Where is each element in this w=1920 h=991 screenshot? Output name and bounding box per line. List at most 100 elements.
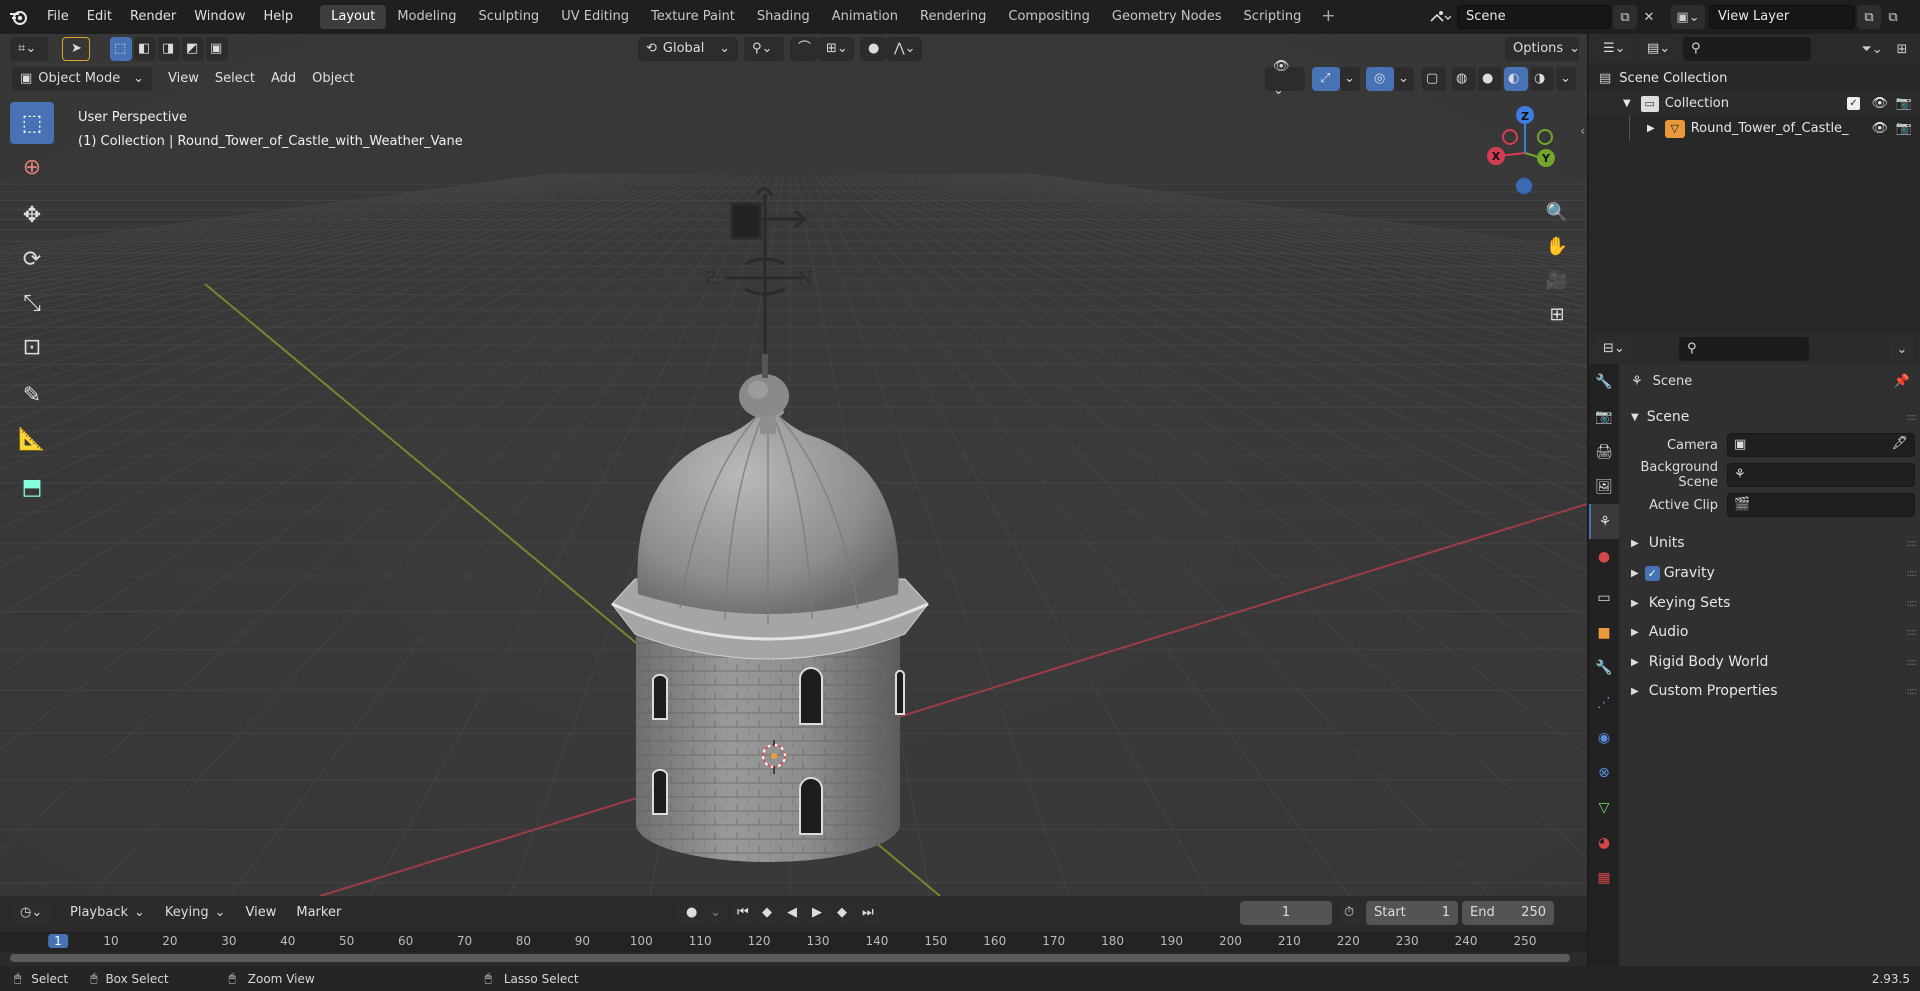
properties-options-dropdown[interactable]: ⌄ <box>1890 337 1914 361</box>
active-clip-field[interactable]: 🎬 <box>1727 493 1915 517</box>
scene-icon[interactable] <box>1423 5 1457 29</box>
jump-start-icon[interactable]: ⏮ <box>732 901 756 925</box>
gizmo-dropdown[interactable]: ⌄ <box>1340 67 1360 91</box>
viewport-menu-view[interactable]: View <box>160 67 207 91</box>
toggle-perspective-icon[interactable]: ⊞ <box>1541 298 1573 330</box>
collection-tab-icon[interactable]: ▭ <box>1589 580 1619 615</box>
gizmo-toggle[interactable]: ⤢ <box>1312 67 1340 91</box>
add-cube-tool-icon[interactable]: ⬒ <box>10 466 54 508</box>
end-frame-field[interactable]: End 250 <box>1462 901 1554 925</box>
tab-shading[interactable]: Shading <box>746 5 821 29</box>
outliner-editor-type-button[interactable]: ☰⌄ <box>1595 37 1633 61</box>
background-scene-field[interactable]: ⚘ <box>1727 463 1915 487</box>
physics-tab-icon[interactable]: ◉ <box>1589 720 1619 755</box>
timeline-menu-view[interactable]: View <box>238 901 285 925</box>
add-workspace-button[interactable]: + <box>1316 5 1340 29</box>
rotate-tool-icon[interactable]: ⟳ <box>10 238 54 280</box>
tab-sculpting[interactable]: Sculpting <box>467 5 550 29</box>
output-tab-icon[interactable]: 🖨 <box>1589 434 1619 469</box>
exclude-checkbox[interactable]: ✓ <box>1847 97 1860 110</box>
overlays-dropdown[interactable]: ⌄ <box>1394 67 1414 91</box>
shading-options-dropdown[interactable]: ⌄ <box>1556 67 1576 91</box>
3d-viewport[interactable]: S N Z X Y ⌗⌄ ➤ ⬚ ◧ ◨ ◩ ▣ ⟲ Global ⌄ ⚲⌄ ⌒… <box>0 34 1587 896</box>
outliner-row-object[interactable]: ▶ ▽ Round_Tower_of_Castle_ 👁 📷 <box>1589 116 1920 141</box>
outliner-row-collection[interactable]: ▼ ▭ Collection ✓ 👁 📷 <box>1589 91 1920 116</box>
pan-view-icon[interactable]: ✋ <box>1541 230 1573 262</box>
tab-uv-editing[interactable]: UV Editing <box>550 5 640 29</box>
drag-handle-icon[interactable]: :::: <box>1907 598 1918 609</box>
menu-edit[interactable]: Edit <box>78 0 121 34</box>
measure-tool-icon[interactable]: 📐 <box>10 418 54 460</box>
timeline-ruler[interactable]: 1 10 20 30 40 50 60 70 80 90 100 110 120 130 140 150 160… <box>0 932 1587 952</box>
units-panel[interactable]: ▶ Units :::: <box>1621 530 1920 556</box>
expand-arrow-icon[interactable]: ▼ <box>1623 98 1631 109</box>
view-layer-name-field[interactable]: View Layer <box>1709 5 1855 29</box>
mode-difference-icon[interactable]: ◩ <box>182 37 204 61</box>
proportional-edit-toggle[interactable]: ● <box>860 37 886 61</box>
render-camera-icon[interactable]: 📷 <box>1896 121 1912 136</box>
viewport-menu-select[interactable]: Select <box>207 67 263 91</box>
overlays-toggle[interactable]: ◎ <box>1366 67 1394 91</box>
select-box-tool-icon[interactable]: ⬚ <box>10 102 54 144</box>
visibility-dropdown[interactable]: 👁⌄ <box>1265 59 1305 98</box>
copy-scene-icon[interactable]: ⧉ <box>1613 5 1637 29</box>
camera-view-icon[interactable]: 🎥 <box>1541 264 1573 296</box>
xray-toggle[interactable]: ▢ <box>1422 67 1446 91</box>
tab-modeling[interactable]: Modeling <box>386 5 467 29</box>
current-frame-field[interactable]: 1 <box>1240 901 1332 925</box>
prev-keyframe-icon[interactable]: ◆ <box>757 901 781 925</box>
solid-shading-icon[interactable]: ● <box>1478 67 1502 91</box>
editor-type-button[interactable]: ⌗⌄ <box>10 37 48 61</box>
tab-texture-paint[interactable]: Texture Paint <box>640 5 746 29</box>
mode-set-icon[interactable]: ⬚ <box>110 37 132 61</box>
texture-tab-icon[interactable]: ▦ <box>1589 860 1619 895</box>
auto-keying-toggle[interactable]: ● <box>678 901 706 925</box>
remove-view-layer-icon[interactable]: ⧉ <box>1881 5 1905 29</box>
tool-tab-icon[interactable]: 🔧 <box>1589 364 1619 399</box>
menu-file[interactable]: File <box>38 0 78 34</box>
move-tool-icon[interactable]: ✥ <box>10 194 54 236</box>
play-reverse-icon[interactable]: ◀ <box>782 901 806 925</box>
data-tab-icon[interactable]: ▽ <box>1589 790 1619 825</box>
annotate-tool-icon[interactable]: ✎ <box>10 374 54 416</box>
visibility-eye-icon[interactable]: 👁 <box>1871 96 1888 111</box>
drag-handle-icon[interactable]: :::: <box>1907 686 1918 697</box>
blender-logo-icon[interactable] <box>0 0 38 34</box>
tab-compositing[interactable]: Compositing <box>997 5 1101 29</box>
keying-sets-panel[interactable]: ▶ Keying Sets :::: <box>1621 590 1920 616</box>
options-dropdown[interactable]: Options ⌄ <box>1505 37 1580 61</box>
keying-set-dropdown[interactable]: ⌄ <box>706 901 726 925</box>
timeline-scrollbar[interactable] <box>10 954 1570 962</box>
custom-properties-panel[interactable]: ▶ Custom Properties :::: <box>1621 678 1920 704</box>
snap-target-dropdown[interactable]: ⊞⌄ <box>818 37 854 61</box>
scene-name-field[interactable]: Scene <box>1457 5 1611 29</box>
tab-animation[interactable]: Animation <box>821 5 909 29</box>
outliner-search-input[interactable]: ⚲ <box>1683 37 1811 61</box>
rigid-body-world-panel[interactable]: ▶ Rigid Body World :::: <box>1621 649 1920 675</box>
render-camera-icon[interactable]: 📷 <box>1896 96 1912 111</box>
gravity-checkbox[interactable]: ✓ <box>1644 565 1660 581</box>
outliner-row-scene-collection[interactable]: ▤ Scene Collection <box>1589 66 1920 91</box>
world-tab-icon[interactable]: ● <box>1589 539 1619 574</box>
visibility-eye-icon[interactable]: 👁 <box>1871 121 1888 136</box>
tab-rendering[interactable]: Rendering <box>909 5 997 29</box>
tab-geometry-nodes[interactable]: Geometry Nodes <box>1101 5 1233 29</box>
tab-layout[interactable]: Layout <box>320 5 387 29</box>
viewport-menu-add[interactable]: Add <box>263 67 304 91</box>
particles-tab-icon[interactable]: ⋰ <box>1589 685 1619 720</box>
scene-panel-header[interactable]: ▼ Scene :::: <box>1621 404 1920 430</box>
menu-render[interactable]: Render <box>121 0 185 34</box>
modifier-tab-icon[interactable]: 🔧 <box>1589 650 1619 685</box>
display-mode-dropdown[interactable]: ▤⌄ <box>1639 37 1677 61</box>
audio-panel[interactable]: ▶ Audio :::: <box>1621 619 1920 645</box>
pin-icon[interactable]: 📌 <box>1894 374 1910 389</box>
drag-handle-icon[interactable]: :::: <box>1907 568 1918 579</box>
snap-toggle[interactable]: ⌒ <box>790 37 818 61</box>
jump-end-icon[interactable]: ⏭ <box>857 901 881 925</box>
drag-handle-icon[interactable]: :::: <box>1907 657 1918 668</box>
timeline-editor-type-button[interactable]: ◷⌄ <box>12 901 50 925</box>
menu-window[interactable]: Window <box>185 0 254 34</box>
pivot-point-dropdown[interactable]: ⚲⌄ <box>744 37 784 61</box>
mode-intersect-icon[interactable]: ▣ <box>206 37 228 61</box>
tab-scripting[interactable]: Scripting <box>1233 5 1313 29</box>
